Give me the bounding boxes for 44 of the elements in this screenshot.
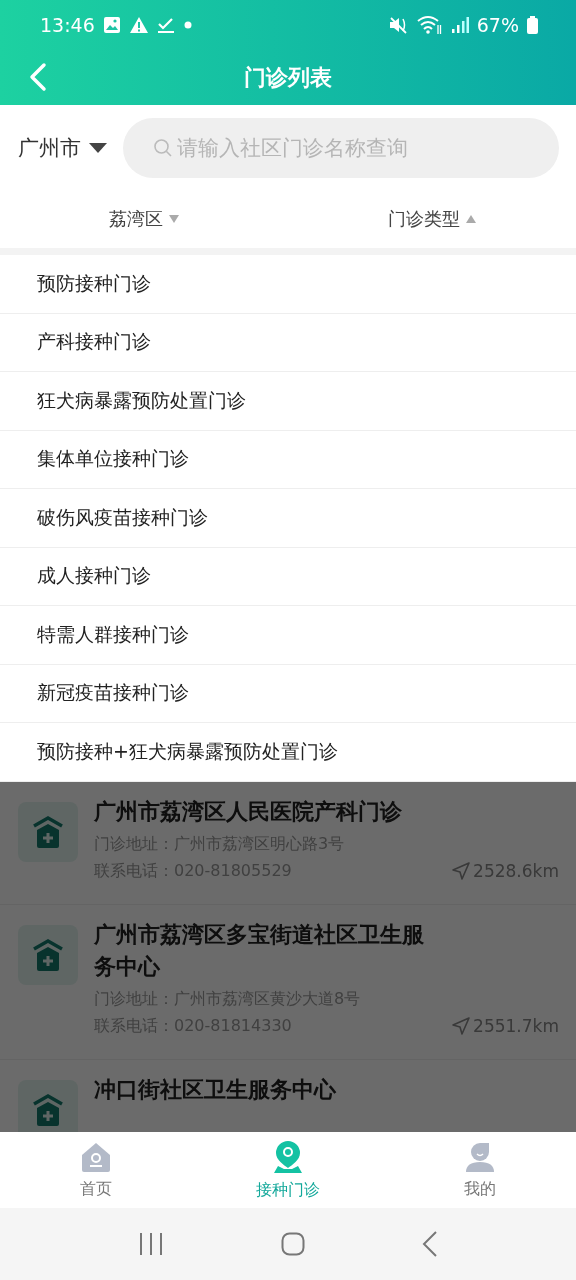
warning-icon [128, 16, 149, 34]
menu-item[interactable]: 狂犬病暴露预防处置门诊 [0, 372, 576, 431]
house-icon [80, 1140, 112, 1173]
battery-percent: 67% [476, 14, 519, 36]
menu-item[interactable]: 特需人群接种门诊 [0, 606, 576, 665]
image-icon [102, 16, 121, 34]
filter-dropdown[interactable]: 荔湾区 [0, 190, 288, 248]
dot-icon [182, 20, 193, 30]
clinic-icon [18, 1079, 78, 1132]
menu-item[interactable]: 预防接种门诊 [0, 255, 576, 314]
wifi-icon [416, 15, 443, 35]
clinic-name[interactable]: 广州市荔湾区人民医院产科门诊 [94, 795, 444, 828]
home-button-icon[interactable] [281, 1232, 305, 1256]
menu-item[interactable]: 破伤风疫苗接种门诊 [0, 489, 576, 548]
check-icon [156, 16, 175, 34]
caret-icon [466, 215, 476, 223]
city-selector[interactable]: 广州市 [18, 133, 81, 162]
navigation-icon [451, 1016, 472, 1036]
filter-dropdown[interactable]: 门诊类型 [288, 190, 576, 248]
signal-icon [450, 16, 469, 34]
tab-item[interactable]: 我的 [384, 1132, 576, 1208]
menu-item[interactable]: 成人接种门诊 [0, 547, 576, 606]
recent-apps-icon[interactable] [138, 1232, 165, 1256]
menu-item[interactable]: 产科接种门诊 [0, 313, 576, 372]
mute-icon [388, 16, 409, 34]
back-nav-icon[interactable] [421, 1231, 438, 1257]
clinic-name[interactable]: 广州市荔湾区多宝街道社区卫生服务中心 [94, 918, 444, 983]
clock: 13:46 [40, 14, 95, 36]
battery-icon [527, 16, 538, 34]
menu-item[interactable]: 集体单位接种门诊 [0, 430, 576, 489]
menu-item[interactable]: 新冠疫苗接种门诊 [0, 664, 576, 723]
user-icon [464, 1140, 496, 1173]
clinic-name[interactable]: 冲口街社区卫生服务中心 [94, 1073, 444, 1106]
dropdown-icon[interactable] [89, 141, 107, 154]
menu-item[interactable]: 预防接种+狂犬病暴露预防处置门诊 [0, 723, 576, 782]
navigation-icon [451, 861, 472, 881]
dim-overlay[interactable] [0, 781, 576, 1132]
page-title: 门诊列表 [244, 63, 332, 92]
clinic-icon [18, 924, 78, 985]
tab-item[interactable]: 首页 [0, 1132, 192, 1208]
caret-icon [169, 215, 179, 223]
clinic-icon [18, 801, 78, 862]
map-pin-icon [272, 1139, 304, 1174]
search-field[interactable]: 请输入社区门诊名称查询 [123, 117, 559, 178]
